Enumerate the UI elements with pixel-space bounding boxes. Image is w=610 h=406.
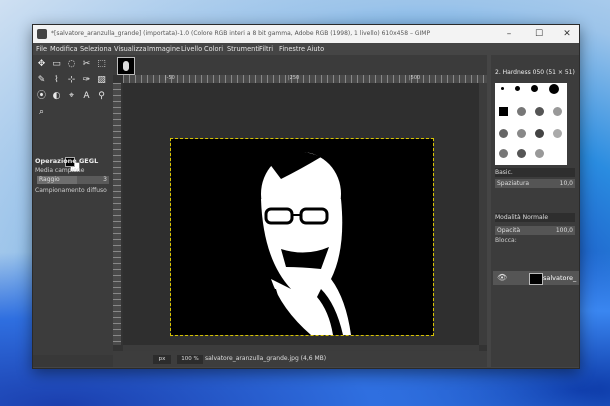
layer-mode-selector[interactable]: Modalità Normale xyxy=(495,213,575,222)
image-tabs xyxy=(113,55,487,75)
smudge-icon[interactable]: ◐ xyxy=(51,91,62,102)
move-tool-icon[interactable]: ✥ xyxy=(36,59,47,70)
menu-strumenti[interactable]: Strumenti xyxy=(227,45,260,53)
menu-colori[interactable]: Colori xyxy=(204,45,223,53)
crop-icon[interactable]: ⬚ xyxy=(96,59,107,70)
brush-preset[interactable] xyxy=(535,129,544,138)
gimp-window: *[salvatore_aranzulla_grande] (importata… xyxy=(32,24,580,369)
ruler-label: |500 xyxy=(409,75,421,81)
portrait-image[interactable] xyxy=(170,138,434,336)
right-dock: 2. Hardness 050 (51 × 51) Basic. Spaziat… xyxy=(491,55,579,367)
brush-preset[interactable] xyxy=(499,129,508,138)
spaziatura-label: Spaziatura xyxy=(497,180,530,187)
text-tool-icon[interactable]: A xyxy=(81,91,92,102)
menu-filtri[interactable]: Filtri xyxy=(259,45,273,53)
menu-modifica[interactable]: Modifica xyxy=(50,45,78,53)
zoom-selector[interactable]: 100 % xyxy=(177,355,203,364)
raggio-value: 3 xyxy=(103,176,107,183)
menu-livello[interactable]: Livello xyxy=(181,45,202,53)
eraser-icon[interactable]: ▨ xyxy=(96,75,107,86)
menu-finestre[interactable]: Finestre xyxy=(279,45,305,53)
brush-header: 2. Hardness 050 (51 × 51) xyxy=(495,69,575,76)
rect-select-icon[interactable]: ▭ xyxy=(51,59,62,70)
image-window: |-50 |250 |500 px 100 % salvatore_aranzu… xyxy=(113,55,487,367)
tool-options-title: Operazione GEGL xyxy=(35,157,99,165)
campionamento-diffuso-option[interactable]: Campionamento diffuso xyxy=(35,187,107,194)
brush-preset[interactable] xyxy=(517,129,526,138)
warp-icon[interactable]: ⌇ xyxy=(51,75,62,86)
measure-icon[interactable]: ⌖ xyxy=(66,91,77,102)
portrait-silhouette xyxy=(261,150,351,335)
close-button[interactable]: ✕ xyxy=(557,27,577,41)
brush-preset[interactable] xyxy=(517,149,526,158)
title-bar: *[salvatore_aranzulla_grande] (importata… xyxy=(33,25,579,43)
brush-preset[interactable] xyxy=(517,107,526,116)
brush-preset[interactable] xyxy=(549,84,559,94)
visibility-eye-icon[interactable]: 👁 xyxy=(497,273,507,282)
menu-seleziona[interactable]: Seleziona xyxy=(80,45,112,53)
toolbox-bottom-bar xyxy=(33,355,113,367)
ruler-label: |-50 xyxy=(165,75,175,81)
ruler-label: |250 xyxy=(288,75,300,81)
blocca-label: Blocca: xyxy=(495,237,517,244)
brush-preset-selector[interactable]: Basic. xyxy=(495,168,575,177)
gimp-app-icon xyxy=(37,29,47,39)
opacita-label: Opacità xyxy=(497,227,521,234)
unit-selector[interactable]: px xyxy=(153,355,171,364)
layer-row[interactable]: 👁 salvatore_ xyxy=(493,271,579,285)
brush-preset[interactable] xyxy=(499,149,508,158)
spaziatura-slider[interactable]: Spaziatura 10,0 xyxy=(495,179,575,188)
maximize-button[interactable]: ☐ xyxy=(529,27,549,41)
pencil-icon[interactable]: ✎ xyxy=(36,75,47,86)
menu-immagine[interactable]: Immagine xyxy=(147,45,180,53)
brush-preset[interactable] xyxy=(499,107,508,116)
layer-name: salvatore_ xyxy=(543,274,577,282)
menu-file[interactable]: File xyxy=(36,45,47,53)
vertical-ruler[interactable] xyxy=(113,83,121,345)
menu-aiuto[interactable]: Aiuto xyxy=(307,45,324,53)
status-bar: px 100 % salvatore_aranzulla_grande.jpg … xyxy=(113,351,487,367)
zoom-tool-icon[interactable]: ⌕ xyxy=(36,107,47,118)
clone-icon[interactable]: ⦿ xyxy=(36,91,47,102)
toolbox-panel: ✥ ▭ ◌ ✂ ⬚ ✎ ⌇ ⊹ ✑ ▨ ⦿ ◐ ⌖ A ⚲ ⌕ Operazio… xyxy=(33,55,113,367)
brush-preset[interactable] xyxy=(515,86,520,91)
thumbnail-face xyxy=(123,61,129,71)
brushes-grid[interactable] xyxy=(495,83,567,165)
opacita-value: 100,0 xyxy=(555,227,573,234)
media-campione-option[interactable]: Media campione xyxy=(35,167,84,174)
minimize-button[interactable]: – xyxy=(499,27,519,41)
layer-thumbnail xyxy=(529,273,543,285)
brush-preset[interactable] xyxy=(553,107,562,116)
opacita-slider[interactable]: Opacità 100,0 xyxy=(495,226,575,235)
free-select-icon[interactable]: ◌ xyxy=(66,59,77,70)
brush-preset[interactable] xyxy=(531,85,538,92)
window-title: *[salvatore_aranzulla_grande] (importata… xyxy=(51,30,431,37)
image-tab-thumbnail[interactable] xyxy=(117,57,135,75)
scissors-icon[interactable]: ✂ xyxy=(81,59,92,70)
brush-icon[interactable]: ✑ xyxy=(81,75,92,86)
spaziatura-value: 10,0 xyxy=(559,180,573,187)
canvas[interactable] xyxy=(123,83,479,345)
raggio-slider[interactable]: Raggio 3 xyxy=(37,176,109,184)
brush-preset[interactable] xyxy=(501,87,504,90)
vertical-scrollbar[interactable] xyxy=(479,83,487,345)
menu-visualizza[interactable]: Visualizza xyxy=(114,45,146,53)
brush-preset[interactable] xyxy=(553,129,562,138)
color-picker-icon[interactable]: ⚲ xyxy=(96,91,107,102)
brush-preset[interactable] xyxy=(535,149,544,158)
paths-icon[interactable]: ⊹ xyxy=(66,75,77,86)
brush-preset[interactable] xyxy=(535,107,544,116)
status-filename: salvatore_aranzulla_grande.jpg (4,6 MB) xyxy=(205,355,327,362)
menu-bar: File Modifica Seleziona Visualizza Immag… xyxy=(33,43,579,55)
raggio-label: Raggio xyxy=(39,176,60,183)
